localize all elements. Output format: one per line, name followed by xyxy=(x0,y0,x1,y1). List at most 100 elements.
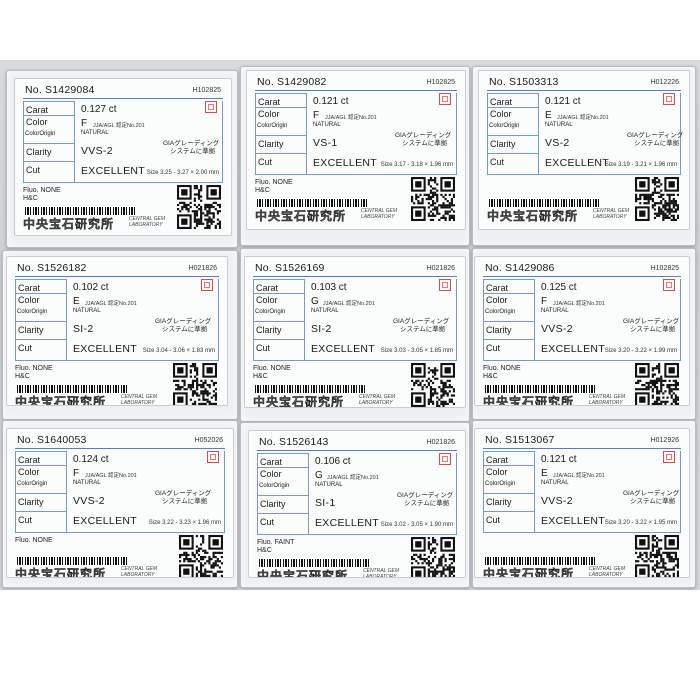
label-text-color-origin: ColorOrigin xyxy=(485,481,516,487)
lab-logo: 中央宝石研究所 xyxy=(483,567,575,578)
card-header: No. S1640053 H052026 xyxy=(15,433,225,449)
lab-name-line2: LABORATORY xyxy=(589,400,623,406)
clarity-grade: VS-2 xyxy=(545,137,570,149)
fluorescence: Fluo. FAINT xyxy=(257,539,295,546)
clarity-grade: SI-1 xyxy=(315,497,336,509)
label-text-color: Color xyxy=(260,469,282,479)
hearts-and-cupids: H&C xyxy=(23,195,38,202)
label-color: Color ColorOrigin xyxy=(24,116,74,144)
grading-card[interactable]: No. S1503313 H012226 Carat Color ColorOrigin… xyxy=(478,70,690,230)
grading-card[interactable]: No. S1526143 H021826 Carat Color ColorOrigin… xyxy=(248,430,466,578)
right-border xyxy=(456,93,457,175)
label-clarity: Clarity xyxy=(484,494,534,512)
certificate-number: No. S1503313 xyxy=(489,76,559,88)
seal-stamp-icon xyxy=(207,451,219,463)
jja-note: JJA/AGL 認定No.201 xyxy=(85,473,137,479)
bottom-border xyxy=(305,360,457,361)
gia-note-line2: システムに準拠 xyxy=(400,326,446,333)
label-color: Color ColorOrigin xyxy=(16,294,66,322)
carat-value: 0.102 ct xyxy=(73,282,109,293)
cut-grade: EXCELLENT xyxy=(541,343,605,355)
label-text-cut: Cut xyxy=(256,343,271,353)
photo-grading-cards: No. S1429084 H102825 Carat Color ColorOrigin… xyxy=(0,60,700,590)
hearts-and-cupids: H&C xyxy=(483,373,498,380)
field-label-column: Carat Color ColorOrigin Clarity Cut xyxy=(483,451,535,533)
grading-card[interactable]: No. S1429086 H102825 Carat Color ColorOrigin… xyxy=(474,256,690,406)
grading-card[interactable]: No. S1526169 H021826 Carat Color ColorOrigin… xyxy=(244,256,466,408)
qr-code-icon xyxy=(173,363,218,405)
right-border xyxy=(224,451,225,533)
label-color: Color ColorOrigin xyxy=(484,294,534,322)
qr-code-icon xyxy=(411,537,456,577)
gia-note-line1: GIAグレーディング xyxy=(623,490,680,497)
label-text-color-origin: ColorOrigin xyxy=(255,309,286,315)
clarity-grade: SI-2 xyxy=(73,323,94,335)
gia-note-line1: GIAグレーディング xyxy=(155,490,212,497)
grading-card[interactable]: No. S1429084 H102825 Carat Color ColorOrigin… xyxy=(14,78,232,236)
label-text-cut: Cut xyxy=(486,343,501,353)
bottom-border xyxy=(307,174,457,175)
field-label-column: Carat Color ColorOrigin Clarity Cut xyxy=(255,93,307,175)
label-text-cut: Cut xyxy=(26,165,41,175)
field-label-column: Carat Color ColorOrigin Clarity Cut xyxy=(15,451,67,533)
report-code: H021826 xyxy=(188,265,217,272)
label-color: Color ColorOrigin xyxy=(488,108,538,136)
label-carat: Carat xyxy=(256,94,306,108)
lab-name-line2: LABORATORY xyxy=(359,400,393,406)
color-grade: F xyxy=(541,296,548,307)
color-origin-value: NATURAL xyxy=(313,122,341,128)
report-code: H052026 xyxy=(194,437,223,444)
label-text-color: Color xyxy=(18,295,40,305)
label-text-carat: Carat xyxy=(258,97,281,107)
field-label-column: Carat Color ColorOrigin Clarity Cut xyxy=(253,279,305,361)
color-grade: E xyxy=(541,468,548,479)
label-text-color-origin: ColorOrigin xyxy=(257,123,288,129)
lab-logo: 中央宝石研究所 xyxy=(487,209,579,223)
report-code: H102825 xyxy=(192,87,221,94)
label-clarity: Clarity xyxy=(484,322,534,340)
fluorescence: Fluo. NONE xyxy=(483,365,521,372)
field-label-column: Carat Color ColorOrigin Clarity Cut xyxy=(487,93,539,175)
size-measurement: Size 3.03 - 3.05 × 1.85 mm xyxy=(380,348,453,354)
label-clarity: Clarity xyxy=(256,136,306,154)
color-grade: F xyxy=(73,468,80,479)
grading-card[interactable]: No. S1526182 H021826 Carat Color ColorOrigin… xyxy=(6,256,228,406)
gia-note-line1: GIAグレーディング xyxy=(393,318,450,325)
carat-value: 0.121 ct xyxy=(313,96,349,107)
label-text-clarity: Clarity xyxy=(258,139,284,149)
card-header: No. S1526182 H021826 xyxy=(15,261,219,277)
bottom-border xyxy=(535,360,681,361)
report-code: H102825 xyxy=(426,79,455,86)
seal-stamp-icon xyxy=(205,101,217,113)
hearts-and-cupids: H&C xyxy=(15,373,30,380)
label-text-color: Color xyxy=(486,295,508,305)
barcode-icon xyxy=(259,559,369,567)
gia-note-line2: システムに準拠 xyxy=(630,498,676,505)
color-origin-value: NATURAL xyxy=(541,480,569,486)
certificate-number: No. S1640053 xyxy=(17,434,87,446)
gia-note-line1: GIAグレーディング xyxy=(623,318,680,325)
card-header: No. S1503313 H012226 xyxy=(487,75,681,91)
label-text-clarity: Clarity xyxy=(26,147,52,157)
size-measurement: Size 3.20 - 3.22 × 1.99 mm xyxy=(604,348,677,354)
seal-stamp-icon xyxy=(663,93,675,105)
lab-name-line2: LABORATORY xyxy=(121,572,155,578)
label-cut: Cut xyxy=(258,514,308,534)
certificate-number: No. S1526143 xyxy=(259,436,329,448)
label-carat: Carat xyxy=(258,454,308,468)
grading-card[interactable]: No. S1429082 H102825 Carat Color ColorOrigin… xyxy=(246,70,466,230)
grading-card[interactable]: No. S1513067 H012926 Carat Color ColorOrigin… xyxy=(474,428,690,578)
fluorescence: Fluo. NONE xyxy=(253,365,291,372)
grading-card[interactable]: No. S1640053 H052026 Carat Color ColorOrigin… xyxy=(6,428,234,578)
cut-grade: EXCELLENT xyxy=(73,515,137,527)
bottom-border xyxy=(539,174,681,175)
color-origin-value: NATURAL xyxy=(541,308,569,314)
seal-stamp-icon xyxy=(201,279,213,291)
label-text-color: Color xyxy=(490,109,512,119)
label-cut: Cut xyxy=(256,154,306,174)
gia-note-line2: システムに準拠 xyxy=(634,140,680,147)
label-carat: Carat xyxy=(24,102,74,116)
fluorescence: Fluo. NONE xyxy=(255,179,293,186)
lab-name-line2: LABORATORY xyxy=(593,214,627,220)
cut-grade: EXCELLENT xyxy=(73,343,137,355)
